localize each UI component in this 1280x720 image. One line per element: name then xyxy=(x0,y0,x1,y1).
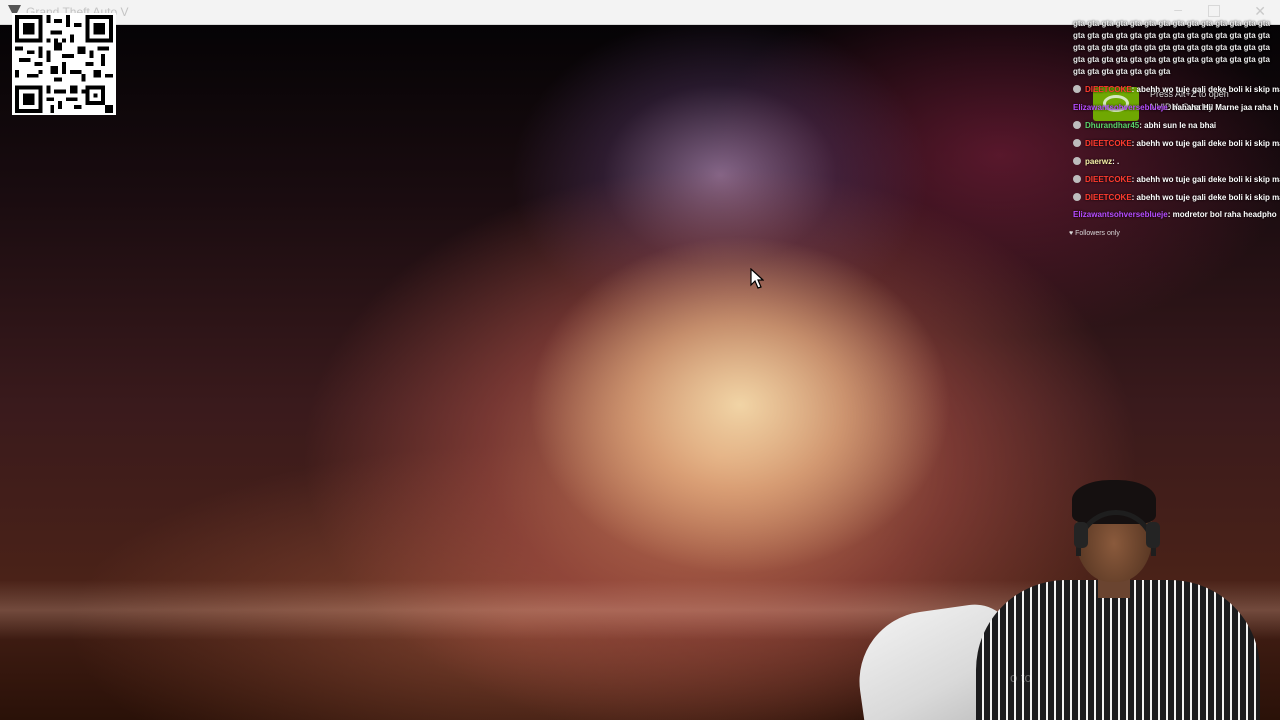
followers-only-label: Followers only xyxy=(1075,230,1120,237)
chat-username[interactable]: DIEETCOKE xyxy=(1085,175,1132,184)
chat-username[interactable]: DIEETCOKE xyxy=(1085,139,1132,148)
chat-username[interactable]: Dhurandhar45 xyxy=(1085,121,1139,130)
chat-message: DIEETCOKE: abehh wo tuje gali deke boli … xyxy=(1073,138,1280,150)
webcam-shirt xyxy=(976,580,1260,720)
chat-text: : abehh wo tuje gali deke boli ki skip m… xyxy=(1131,193,1280,202)
chat-text: : abhi sun le na bhai xyxy=(1139,121,1217,130)
chat-badge-icon xyxy=(1073,85,1081,93)
chat-text: : modretor bol raha headpho xyxy=(1167,210,1277,219)
mouse-cursor-icon xyxy=(750,268,764,289)
chat-badge-icon xyxy=(1073,175,1081,183)
chat-spam-message: gta gta gta gta gta gta gta gta gta gta … xyxy=(1073,19,1270,76)
chat-text: : abehh wo tuje gali deke boli ki skip m… xyxy=(1131,85,1280,94)
chat-message: DIEETCOKE: abehh wo tuje gali deke boli … xyxy=(1073,84,1280,96)
webcam-overlay xyxy=(858,470,1260,720)
chat-text: : hahaha Hii Marne jaa raha h xyxy=(1167,103,1279,112)
chat-text: : abehh wo tuje gali deke boli ki skip m… xyxy=(1131,175,1280,184)
headphone-left-cup xyxy=(1074,522,1088,548)
chat-badge-icon xyxy=(1073,157,1081,165)
chat-badge-icon xyxy=(1073,193,1081,201)
chat-text: : abehh wo tuje gali deke boli ki skip m… xyxy=(1131,139,1280,148)
chat-username[interactable]: paerwz xyxy=(1085,157,1112,166)
chat-username[interactable]: DIEETCOKE xyxy=(1085,193,1132,202)
chat-username[interactable]: DIEETCOKE xyxy=(1085,85,1132,94)
qr-code xyxy=(12,13,116,115)
headphone-right-cup xyxy=(1146,522,1160,548)
chat-message: Dhurandhar45: abhi sun le na bhai xyxy=(1073,120,1216,132)
chat-badge-icon xyxy=(1073,121,1081,129)
heart-icon: ♥ xyxy=(1069,230,1074,237)
chat-username[interactable]: Elizawantsohverseblueje xyxy=(1073,210,1168,219)
minimize-icon[interactable]: – xyxy=(1174,1,1182,17)
chat-message: paerwz: . xyxy=(1073,156,1119,168)
chat-message: DIEETCOKE: abehh wo tuje gali deke boli … xyxy=(1073,192,1280,204)
game-subtitle-text: o to xyxy=(1010,670,1032,685)
followers-only-status: ♥ Followers only xyxy=(1069,230,1120,237)
stream-chat-overlay: gta gta gta gta gta gta gta gta gta gta … xyxy=(1066,18,1280,248)
maximize-icon[interactable] xyxy=(1208,5,1220,17)
chat-message: DIEETCOKE: abehh wo tuje gali deke boli … xyxy=(1073,174,1280,186)
chat-text: : . xyxy=(1112,157,1120,166)
chat-message: Elizawantsohverseblueje: modretor bol ra… xyxy=(1073,209,1277,221)
chat-username[interactable]: Elizawantsohverseblueje xyxy=(1073,103,1168,112)
chat-badge-icon xyxy=(1073,139,1081,147)
chat-message: Elizawantsohverseblueje: hahaha Hii Marn… xyxy=(1073,102,1278,114)
